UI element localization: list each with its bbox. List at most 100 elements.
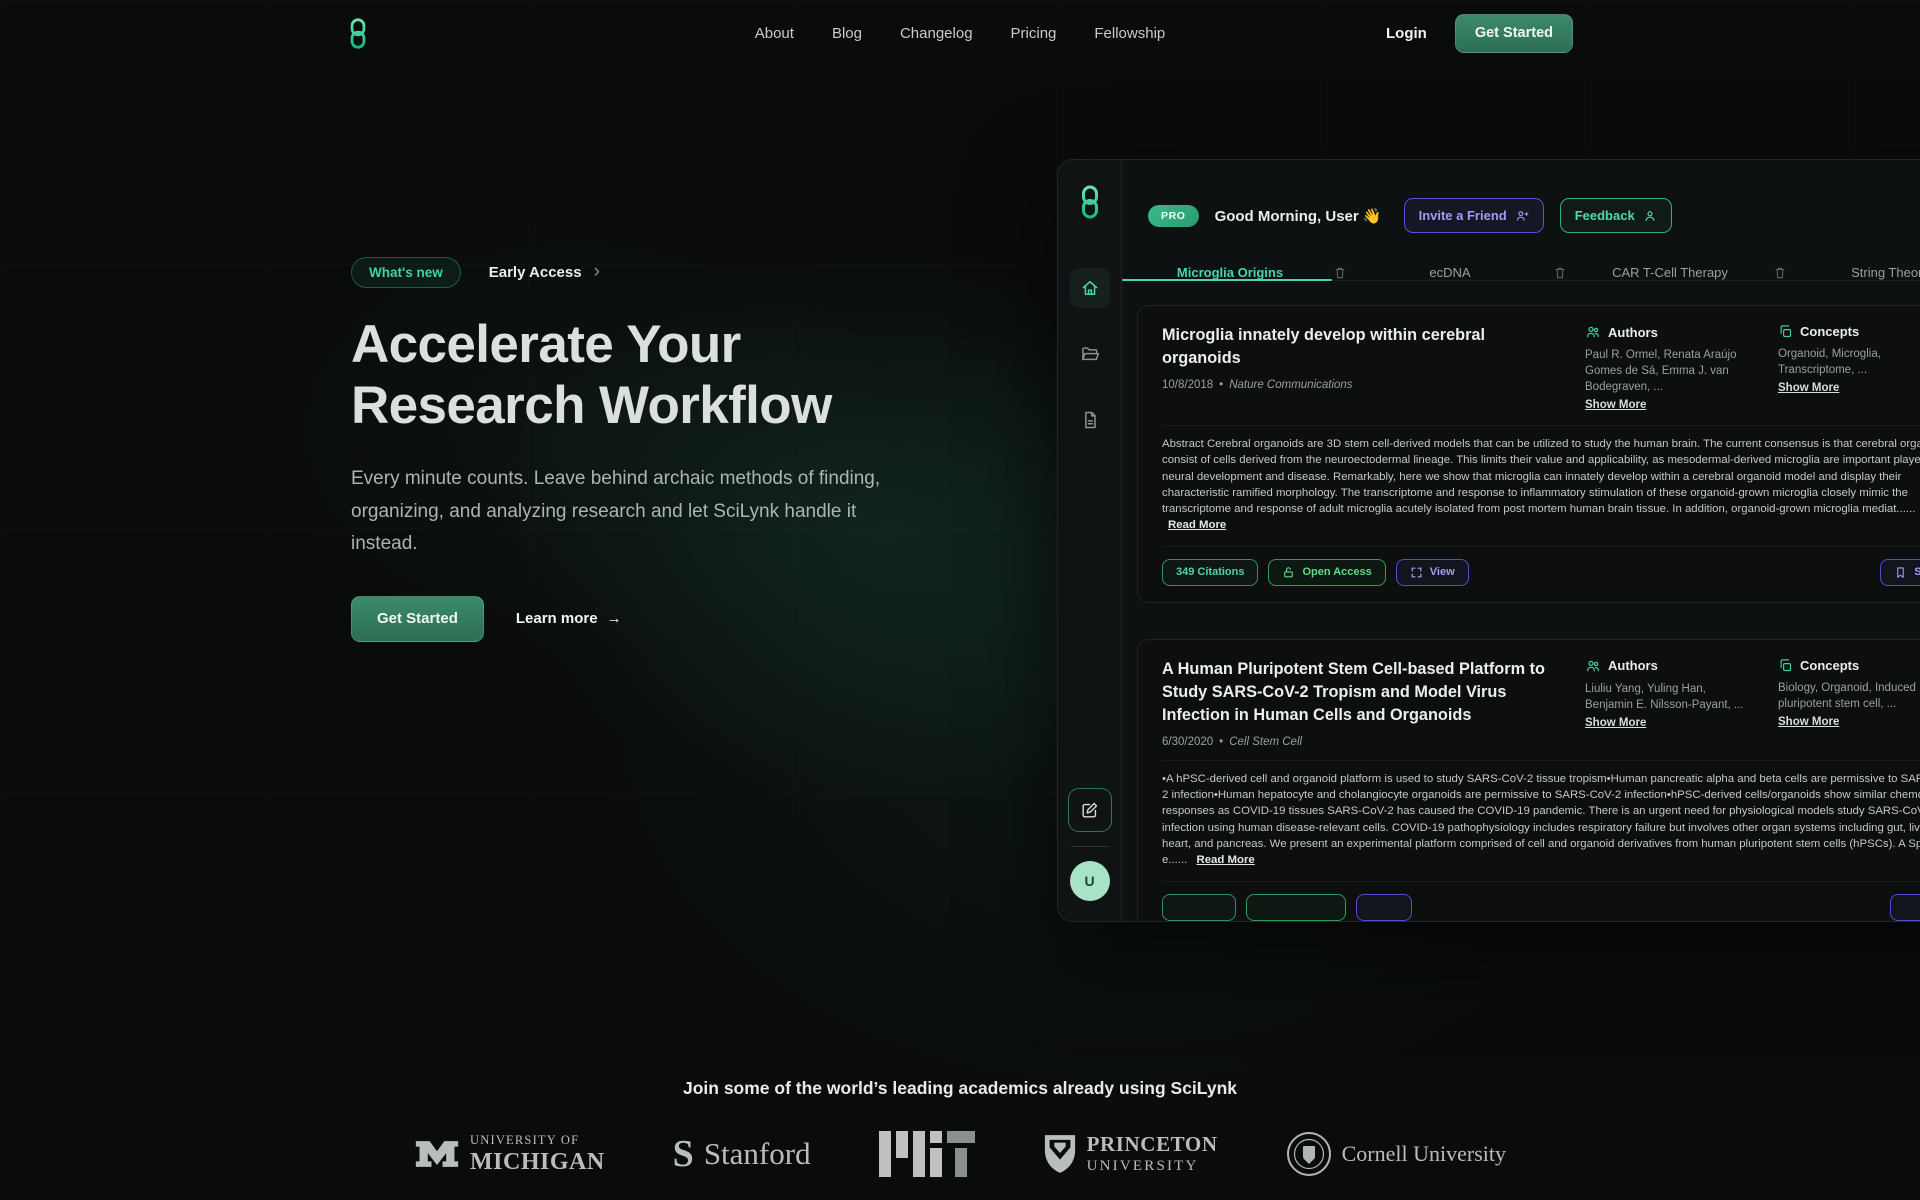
university-logo-michigan: UNIVERSITY OF MICHIGAN [414, 1134, 605, 1174]
tab-bar: Microglia Origins ecDNA [1122, 265, 1920, 281]
show-more-link[interactable]: Show More [1585, 717, 1646, 729]
concepts-icon [1778, 658, 1793, 673]
view-chip[interactable]: View [1396, 559, 1469, 586]
authors-label: Authors [1608, 658, 1658, 673]
concepts-list: Biology, Organoid, Induced pluripotent s… [1778, 680, 1920, 712]
date-separator: • [1219, 736, 1223, 748]
authors-list: Paul R. Ormel, Renata Araújo Gomes de Sá… [1585, 347, 1747, 395]
edit-icon [1080, 801, 1099, 820]
journal-name: Cell Stem Cell [1229, 736, 1302, 748]
mit-logo-icon [879, 1131, 975, 1177]
tab-car-t-cell-therapy[interactable]: CAR T-Cell Therapy [1572, 265, 1768, 280]
authors-list: Liuliu Yang, Yuling Han, Benjamin E. Nil… [1585, 681, 1747, 713]
authors-icon [1585, 658, 1601, 674]
concepts-list: Organoid, Microglia, Transcriptome, ... [1778, 346, 1920, 378]
social-proof-section: Join some of the world’s leading academi… [0, 1078, 1920, 1177]
university-logo-princeton: PRINCETON UNIVERSITY [1043, 1132, 1218, 1176]
person-icon [1643, 209, 1657, 223]
nav-link-changelog[interactable]: Changelog [900, 25, 973, 42]
tab-delete-button[interactable] [1328, 265, 1352, 280]
clipped-button[interactable] [1890, 894, 1920, 921]
university-logo-cornell: Cornell University [1286, 1131, 1506, 1177]
sidebar-home-button[interactable] [1070, 268, 1110, 308]
app-sidebar: U [1058, 160, 1122, 921]
feedback-button[interactable]: Feedback [1560, 198, 1672, 233]
nav-get-started-button[interactable]: Get Started [1455, 14, 1573, 53]
clipped-button[interactable] [1356, 894, 1412, 921]
login-link[interactable]: Login [1386, 25, 1427, 42]
brand-logo-icon[interactable] [347, 17, 369, 50]
cornell-seal-icon [1286, 1131, 1332, 1177]
concepts-label: Concepts [1800, 324, 1859, 339]
date-separator: • [1219, 379, 1223, 391]
document-icon [1080, 410, 1100, 430]
clipped-button[interactable] [1246, 894, 1346, 921]
michigan-m-icon [414, 1139, 460, 1169]
nav-link-fellowship[interactable]: Fellowship [1094, 25, 1165, 42]
show-more-link[interactable]: Show More [1778, 716, 1839, 728]
bookmark-icon [1894, 566, 1907, 579]
folder-icon [1080, 344, 1100, 364]
app-main: PRO Good Morning, User 👋 Invite a Friend… [1122, 160, 1920, 921]
early-access-label: Early Access [489, 264, 582, 281]
hero-section: What's new Early Access › Accelerate You… [351, 255, 991, 642]
citations-chip[interactable]: 349 Citations [1162, 559, 1258, 586]
app-logo-icon [1078, 184, 1102, 220]
compose-button[interactable] [1068, 788, 1112, 832]
journal-name: Nature Communications [1229, 379, 1352, 391]
authors-icon [1585, 324, 1601, 340]
user-avatar[interactable]: U [1070, 861, 1110, 901]
sidebar-papers-button[interactable] [1070, 400, 1110, 440]
authors-label: Authors [1608, 325, 1658, 340]
paper-feed: Microglia innately develop within cerebr… [1122, 281, 1920, 922]
paper-title: Microglia innately develop within cerebr… [1162, 324, 1567, 370]
paper-date: 6/30/2020 [1162, 736, 1213, 748]
sidebar-library-button[interactable] [1070, 334, 1110, 374]
abstract-text: •A hPSC-derived cell and organoid platfo… [1162, 773, 1920, 866]
nav-link-about[interactable]: About [755, 25, 794, 42]
early-access-link[interactable]: Early Access › [489, 261, 600, 283]
tab-string-theory[interactable]: String Theory [1792, 265, 1920, 280]
trash-icon [1333, 266, 1347, 280]
hero-description: Every minute counts. Leave behind archai… [351, 463, 899, 561]
university-logo-mit [879, 1131, 975, 1177]
clipped-button[interactable] [1162, 894, 1236, 921]
show-more-link[interactable]: Show More [1585, 399, 1646, 411]
expand-icon [1410, 566, 1423, 579]
unlock-icon [1282, 566, 1295, 579]
tab-microglia-origins[interactable]: Microglia Origins [1132, 265, 1328, 280]
tab-delete-button[interactable] [1548, 265, 1572, 280]
tab-delete-button[interactable] [1768, 265, 1792, 280]
pro-badge: PRO [1148, 205, 1199, 227]
trash-icon [1773, 266, 1787, 280]
invite-friend-button[interactable]: Invite a Friend [1404, 198, 1544, 233]
card-divider [1162, 760, 1920, 761]
greeting-text: Good Morning, User 👋 [1215, 207, 1382, 225]
get-started-button[interactable]: Get Started [351, 596, 484, 642]
arrow-right-icon: → [607, 610, 622, 627]
chevron-right-icon: › [594, 261, 600, 283]
nav-links: About Blog Changelog Pricing Fellowship [755, 25, 1166, 42]
paper-title: A Human Pluripotent Stem Cell-based Plat… [1162, 658, 1567, 727]
app-header: PRO Good Morning, User 👋 Invite a Friend… [1122, 160, 1920, 233]
whats-new-badge[interactable]: What's new [351, 257, 461, 288]
nav-link-pricing[interactable]: Pricing [1011, 25, 1057, 42]
learn-more-link[interactable]: Learn more → [516, 610, 622, 627]
tab-ecdna[interactable]: ecDNA [1352, 265, 1548, 280]
top-nav: About Blog Changelog Pricing Fellowship … [0, 0, 1920, 66]
read-more-link[interactable]: Read More [1197, 854, 1255, 866]
paper-card: Microglia innately develop within cerebr… [1137, 305, 1920, 603]
open-access-chip[interactable]: Open Access [1268, 559, 1385, 586]
read-more-link[interactable]: Read More [1168, 519, 1226, 531]
app-window: U PRO Good Morning, User 👋 Invite a Frie… [1057, 159, 1920, 922]
card-divider [1162, 425, 1920, 426]
university-logos: UNIVERSITY OF MICHIGAN S Stanford [0, 1131, 1920, 1177]
nav-link-blog[interactable]: Blog [832, 25, 862, 42]
landing-page: About Blog Changelog Pricing Fellowship … [0, 0, 1920, 1200]
show-more-link[interactable]: Show More [1778, 382, 1839, 394]
concepts-label: Concepts [1800, 658, 1859, 673]
paper-date: 10/8/2018 [1162, 379, 1213, 391]
paper-card: A Human Pluripotent Stem Cell-based Plat… [1137, 639, 1920, 922]
social-proof-heading: Join some of the world’s leading academi… [0, 1078, 1920, 1099]
save-chip[interactable]: Save [1880, 559, 1920, 586]
